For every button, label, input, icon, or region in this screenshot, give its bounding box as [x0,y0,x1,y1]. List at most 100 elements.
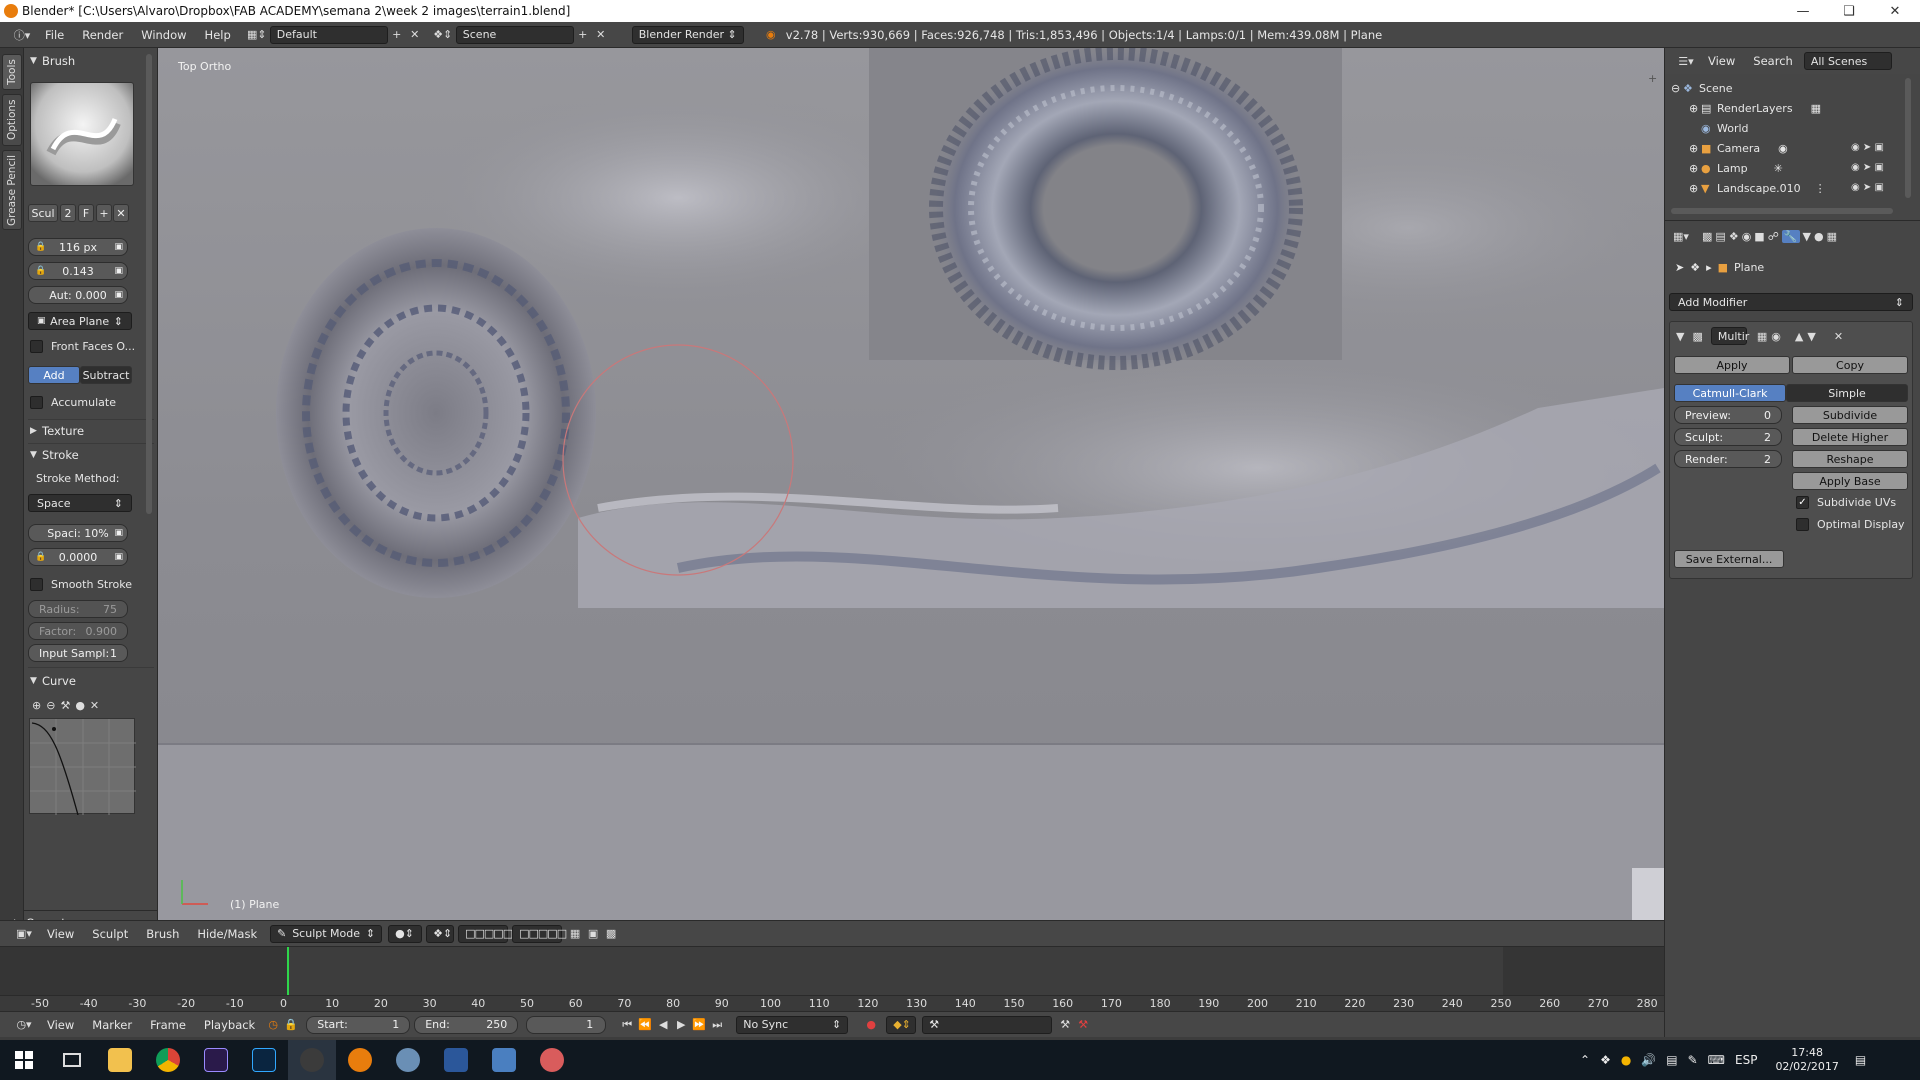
add-scene-icon[interactable]: + [574,26,592,44]
paint-icon[interactable] [528,1040,576,1080]
brush-fake-user[interactable]: F [78,204,94,222]
file-explorer-icon[interactable] [96,1040,144,1080]
timeline[interactable]: -50 -40 -30 -20 -10 0 10 20 30 40 50 60 70 80 90 100 110… [0,946,1664,1012]
accumulate-checkbox[interactable]: Accumulate [30,396,116,409]
render-toggle-icon[interactable]: ▦ [1757,330,1767,343]
menu-view[interactable]: View [1699,54,1744,68]
copy-button[interactable]: Copy [1792,356,1908,374]
texture-panel-header[interactable]: ▶ Texture [30,422,154,440]
material-tab-icon[interactable]: ● [1814,230,1824,243]
collapse-icon[interactable]: ⊖ [1671,82,1683,95]
restore-icon[interactable]: ❑ [1826,0,1872,22]
simple-button[interactable]: Simple [1786,384,1908,402]
plane-select[interactable]: ▣ Area Plane ⇕ [28,312,132,330]
front-faces-checkbox[interactable]: Front Faces O... [30,340,135,353]
pin-icon[interactable]: ➤ [1675,261,1684,274]
apply-base-button[interactable]: Apply Base [1792,472,1908,490]
network-icon[interactable]: ▤ [1666,1053,1677,1067]
sync-select[interactable]: No Sync ⇕ [736,1015,849,1034]
jitter-field[interactable]: 🔒 0.0000 ▣ [28,548,128,566]
toolshelf-scrollbar[interactable] [146,54,152,514]
delete-keyframe-icon[interactable]: ⚒ [1074,1016,1092,1034]
timeline-cursor[interactable] [287,947,289,995]
camera-render-icon[interactable]: ▣ [1875,142,1884,153]
layout-select[interactable]: Default [269,25,388,44]
end-frame-field[interactable]: End: 250 [414,1015,519,1034]
menu-view[interactable]: View [38,1018,83,1032]
texture-tab-icon[interactable]: ▦ [1827,230,1837,243]
lock-icon[interactable]: 🔒 [35,552,46,562]
curve-panel-header[interactable]: ▼ Curve [30,672,154,690]
blender-taskbar-icon[interactable] [336,1040,384,1080]
layer-lock-icon[interactable]: ▦ [566,925,584,943]
info-editor-icon[interactable]: ⓘ▾ [8,26,36,44]
radius-field[interactable]: 🔒 116 px ▣ [28,238,128,256]
scene-select[interactable]: Scene [455,25,574,44]
strength-field[interactable]: 🔒 0.143 ▣ [28,262,128,280]
record-icon[interactable]: ● [862,1016,880,1034]
move-up-icon[interactable]: ▲ [1795,330,1803,343]
outliner-item-renderlayers[interactable]: ⊕ ▤ RenderLayers ▦ [1689,98,1920,118]
premiere-icon[interactable] [192,1040,240,1080]
menu-brush[interactable]: Brush [137,927,188,941]
brush-preview[interactable] [30,82,134,186]
menu-frame[interactable]: Frame [141,1018,195,1032]
render-preview-icon[interactable]: ▣ [584,925,602,943]
wrench-icon[interactable]: ⚒ [60,699,70,712]
delete-point-icon[interactable]: ✕ [90,699,99,712]
menu-render[interactable]: Render [73,28,132,42]
point-icon[interactable]: ● [75,699,85,712]
word-icon[interactable] [432,1040,480,1080]
insert-keyframe-icon[interactable]: ⚒ [1056,1016,1074,1034]
layers-grid-a[interactable]: □□□□□ [458,924,513,943]
action-center-icon[interactable]: ▤ [1855,1053,1866,1067]
layers-grid-b[interactable]: □□□□□ [512,924,567,943]
input-samples-field[interactable]: Input Sampl: 1 [28,644,128,662]
optimal-display-checkbox[interactable]: Optimal Display [1796,518,1905,531]
play-reverse-icon[interactable]: ◀ [654,1016,672,1034]
jump-end-icon[interactable]: ⏭ [708,1016,726,1034]
expand-icon[interactable]: ⊕ [1689,142,1701,155]
pressure-icon[interactable]: ▣ [114,242,123,252]
layout-grid-icon[interactable]: ▦⇕ [244,26,270,44]
jump-keyframe-forward-icon[interactable]: ⏩ [690,1016,708,1034]
delete-higher-button[interactable]: Delete Higher [1792,428,1908,446]
outliner-vscrollbar[interactable] [1905,78,1911,198]
current-frame-field[interactable]: 1 [526,1015,607,1034]
autosmooth-field[interactable]: Aut: 0.000 ▣ [28,286,128,304]
clock[interactable]: 17:48 02/02/2017 [1775,1046,1838,1074]
curve-editor[interactable] [29,718,136,816]
render-engine-select[interactable]: Blender Render ⇕ [631,25,744,44]
app-icon[interactable] [384,1040,432,1080]
add-modifier-select[interactable]: Add Modifier ⇕ [1669,293,1913,311]
photoshop-icon[interactable] [240,1040,288,1080]
cursor-icon[interactable]: ➤ [1863,162,1871,173]
menu-window[interactable]: Window [132,28,195,42]
world-tab-icon[interactable]: ◉ [1742,230,1752,243]
subtract-button[interactable]: Subtract [80,366,132,384]
move-down-icon[interactable]: ▼ [1807,330,1815,343]
menu-sculpt[interactable]: Sculpt [83,927,137,941]
pen-icon[interactable]: ✎ [1688,1053,1698,1067]
menu-view[interactable]: View [38,927,83,941]
brush-name-field[interactable]: Scul [28,204,58,222]
pivot-select[interactable]: ❖⇕ [426,924,455,943]
remove-modifier-icon[interactable]: ✕ [1834,330,1843,343]
spacing-field[interactable]: Spaci: 10% ▣ [28,524,128,542]
stroke-method-select[interactable]: Space ⇕ [28,494,132,512]
modifier-name-field[interactable]: Multir [1710,327,1749,345]
lock-icon[interactable]: 🔒 [35,266,46,276]
menu-playback[interactable]: Playback [195,1018,264,1032]
menu-marker[interactable]: Marker [83,1018,141,1032]
sculpt-levels-field[interactable]: Sculpt: 2 [1674,428,1782,446]
brush-users[interactable]: 2 [60,204,76,222]
constraints-tab-icon[interactable]: ☍ [1768,230,1779,243]
pressure-icon[interactable]: ▣ [114,266,123,276]
dropbox-icon[interactable]: ❖ [1600,1053,1611,1067]
save-external-button[interactable]: Save External... [1674,550,1784,568]
notification-app-icon[interactable]: ● [1621,1053,1631,1067]
subdivide-uvs-checkbox[interactable]: ✓ Subdivide UVs [1796,496,1896,509]
preview-range-icon[interactable]: ◷ [264,1016,282,1034]
pressure-icon[interactable]: ▣ [114,290,123,300]
timeline-editor-icon[interactable]: ◷▾ [10,1016,38,1034]
